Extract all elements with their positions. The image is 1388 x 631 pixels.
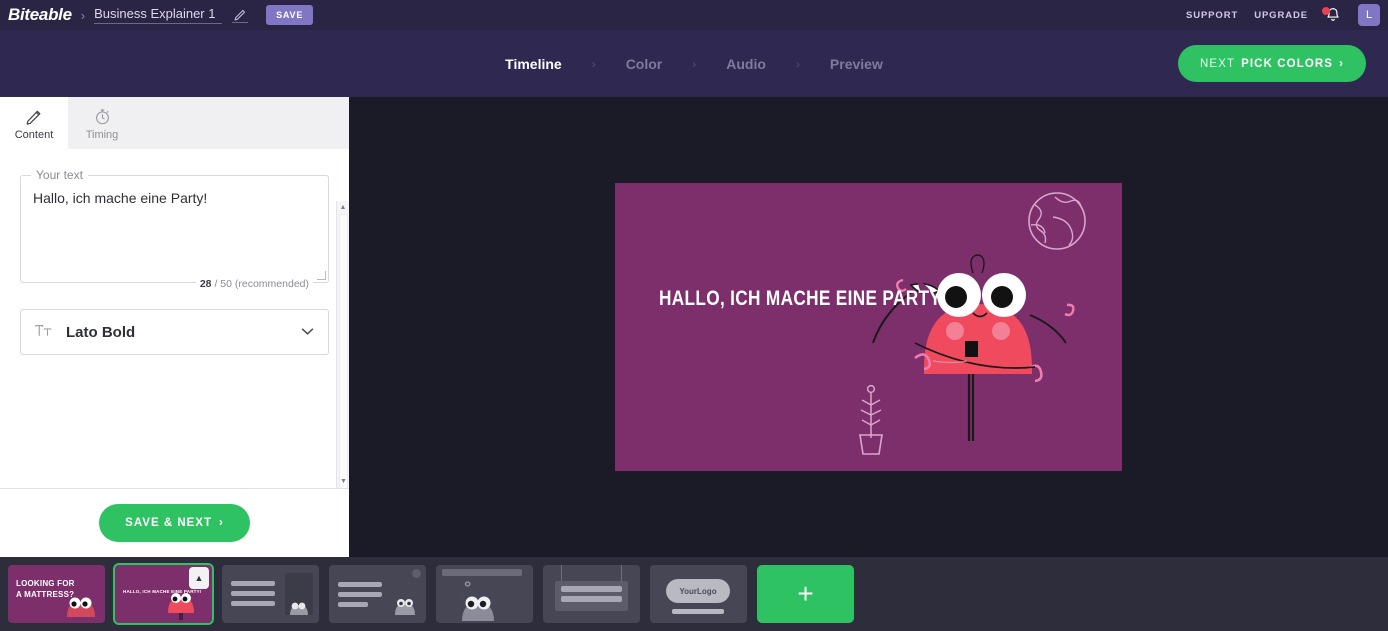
timeline-scene-6[interactable] (543, 565, 640, 623)
content-panel: Your text Hallo, ich mache eine Party! 2… (0, 149, 349, 489)
timeline-scene-5[interactable] (436, 565, 533, 623)
cta-prefix: NEXT (1200, 58, 1235, 70)
scene-artwork (615, 183, 1122, 471)
timeline-scene-1[interactable]: LOOKING FOR A MATTRESS? (8, 565, 105, 623)
timeline-scene-4[interactable] (329, 565, 426, 623)
step-preview[interactable]: Preview (800, 56, 913, 72)
font-select[interactable]: Lato Bold (20, 309, 329, 355)
pencil-icon (234, 8, 247, 21)
character-count-suffix: / 50 (recommended) (212, 278, 309, 290)
step-audio[interactable]: Audio (696, 56, 796, 72)
step-list: Timeline › Color › Audio › Preview (475, 56, 913, 72)
scene-timeline: LOOKING FOR A MATTRESS? HALLO, ICH MACHE… (0, 557, 1388, 631)
your-text-label: Your text (31, 168, 88, 182)
brand-logo[interactable]: Biteable (8, 5, 72, 25)
timeline-scene-3[interactable] (222, 565, 319, 623)
save-and-next-button[interactable]: SAVE & NEXT › (99, 504, 250, 542)
text-input-box[interactable]: Your text Hallo, ich mache eine Party! (20, 175, 329, 283)
scrollbar-thumb[interactable] (339, 214, 348, 489)
sidebar-footer: SAVE & NEXT › (0, 489, 349, 557)
chevron-down-icon (301, 325, 314, 339)
step-navigation: Timeline › Color › Audio › Preview NEXT … (0, 30, 1388, 97)
cta-arrow-icon: › (1339, 58, 1344, 70)
scene-canvas[interactable]: HALLO, ICH MACHE EINE PARTY! (615, 183, 1122, 471)
scene-move-up-button[interactable]: ▲ (189, 567, 209, 589)
tab-timing-label: Timing (86, 129, 119, 141)
globe-outline-icon (1029, 193, 1085, 249)
thumb-character-icon (390, 585, 420, 619)
sidebar-tabs: Content Timing (0, 97, 349, 149)
stopwatch-icon (93, 106, 112, 126)
save-and-next-label: SAVE & NEXT (125, 517, 212, 529)
resize-handle[interactable] (317, 271, 326, 280)
breadcrumb-separator: › (81, 8, 85, 23)
step-color[interactable]: Color (596, 56, 693, 72)
timeline-logo-text: YourLogo (666, 579, 730, 603)
support-link[interactable]: SUPPORT (1186, 10, 1238, 21)
biteable-editor: Biteable › Business Explainer 1 SAVE SUP… (0, 0, 1388, 631)
notifications-button[interactable] (1324, 6, 1342, 24)
add-scene-button[interactable]: + (757, 565, 854, 623)
scroll-down-arrow[interactable]: ▼ (337, 475, 349, 488)
pencil-icon (25, 106, 44, 126)
save-and-next-arrow-icon: › (219, 517, 224, 529)
timeline-scene-2[interactable]: HALLO, ICH MACHE EINE PARTY! ▲ (115, 565, 212, 623)
your-text-field: Your text Hallo, ich mache eine Party! 2… (20, 175, 329, 283)
top-bar-right: SUPPORT UPGRADE L (1186, 4, 1380, 26)
step-timeline[interactable]: Timeline (475, 56, 592, 72)
upgrade-link[interactable]: UPGRADE (1254, 10, 1308, 21)
canvas-headline: HALLO, ICH MACHE EINE PARTY! (659, 287, 947, 311)
top-bar: Biteable › Business Explainer 1 SAVE SUP… (0, 0, 1388, 30)
save-button[interactable]: SAVE (266, 5, 313, 25)
preview-stage: HALLO, ICH MACHE EINE PARTY! (349, 97, 1388, 557)
next-pick-colors-button[interactable]: NEXT PICK COLORS › (1178, 45, 1366, 82)
text-input-value[interactable]: Hallo, ich mache eine Party! (33, 190, 316, 206)
edit-pencil-icon[interactable] (232, 7, 248, 23)
thumb-character-icon (450, 579, 510, 623)
character-count: 28 (200, 278, 212, 290)
tab-content[interactable]: Content (0, 97, 68, 149)
pink-character (873, 255, 1073, 381)
notification-dot (1322, 7, 1330, 15)
tab-timing[interactable]: Timing (68, 97, 136, 149)
font-select-value: Lato Bold (66, 324, 135, 341)
thumb-character-icon (61, 589, 101, 619)
thumb-character-icon (287, 597, 311, 617)
project-name-input[interactable]: Business Explainer 1 (94, 6, 222, 24)
cta-label: PICK COLORS (1241, 58, 1333, 70)
editor-sidebar: Content Timing Your text (0, 97, 349, 557)
scroll-up-arrow[interactable]: ▲ (337, 201, 349, 214)
sidebar-scrollbar[interactable]: ▲ ▼ (336, 201, 349, 488)
timeline-scene-7[interactable]: YourLogo (650, 565, 747, 623)
character-counter: 28 / 50 (recommended) (196, 278, 313, 290)
text-format-icon (35, 324, 52, 341)
avatar[interactable]: L (1358, 4, 1380, 26)
potted-plant-icon (860, 386, 882, 454)
tab-content-label: Content (15, 129, 54, 141)
